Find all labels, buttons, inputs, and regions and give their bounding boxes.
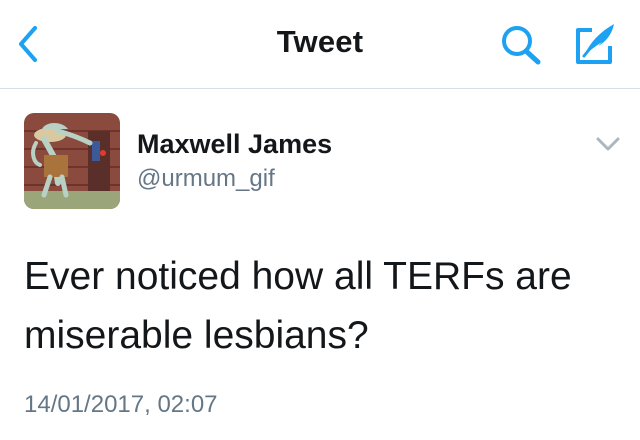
tweet-options-button[interactable] — [588, 129, 628, 159]
author-handle[interactable]: @urmum_gif — [137, 165, 275, 193]
search-button[interactable] — [496, 22, 546, 68]
navigation-bar: Tweet — [0, 0, 640, 89]
compose-tweet-button[interactable] — [570, 20, 620, 68]
compose-tweet-icon — [576, 24, 614, 64]
tweet-text: Ever noticed how all TERFs are miserable… — [24, 255, 572, 357]
avatar[interactable] — [24, 113, 120, 209]
author-display-name[interactable]: Maxwell James — [137, 129, 332, 160]
search-icon — [502, 26, 541, 65]
tweet-timestamp: 14/01/2017, 02:07 — [24, 391, 218, 418]
cartoon-avatar — [24, 113, 120, 209]
tweet-detail: Maxwell James @urmum_gif Ever noticed ho… — [0, 89, 640, 440]
chevron-down-icon — [596, 137, 620, 151]
